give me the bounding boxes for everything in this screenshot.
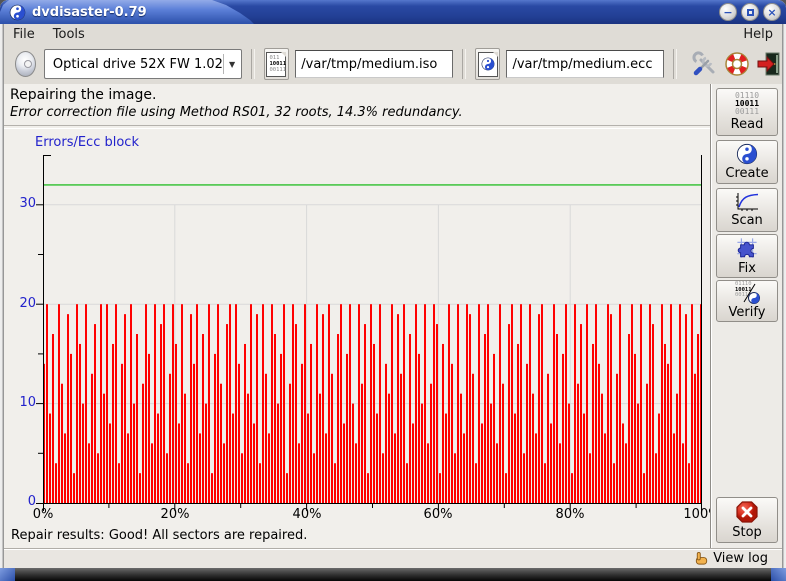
toolbar-separator bbox=[251, 49, 255, 79]
exit-door-icon bbox=[756, 51, 782, 77]
ecc-file-button[interactable] bbox=[475, 48, 501, 80]
ecc-file-icon bbox=[478, 52, 498, 77]
minimize-button[interactable]: − bbox=[719, 3, 737, 21]
main-panel: Repairing the image. Error correction fi… bbox=[4, 84, 710, 548]
verify-icon: 01110 10011 00111 bbox=[734, 282, 760, 304]
menu-help[interactable]: Help bbox=[734, 26, 782, 43]
error-chart bbox=[35, 150, 707, 518]
y-tick-label: 30 bbox=[6, 196, 36, 211]
stop-icon bbox=[735, 500, 759, 524]
x-tick-label: 80% bbox=[542, 507, 598, 522]
verify-button[interactable]: 01110 10011 00111 Verify bbox=[716, 280, 778, 322]
chevron-down-icon: ▼ bbox=[229, 60, 241, 69]
status-detail: Error correction file using Method RS01,… bbox=[10, 105, 463, 120]
x-tick-label: 20% bbox=[147, 507, 203, 522]
scan-button[interactable]: Scan bbox=[716, 188, 778, 232]
window-title: dvdisaster-0.79 bbox=[32, 5, 147, 20]
toolbar-separator bbox=[673, 49, 677, 79]
y-tick-label: 10 bbox=[6, 395, 36, 410]
image-file-input[interactable] bbox=[295, 50, 453, 78]
close-button[interactable]: × bbox=[763, 3, 781, 21]
window-border-left[interactable] bbox=[0, 24, 4, 568]
read-icon: 01110 10011 00111 bbox=[735, 92, 759, 116]
verify-label: Verify bbox=[729, 305, 766, 320]
lifebuoy-icon bbox=[724, 51, 750, 77]
toolbar: Optical drive 52X FW 1.02 ▼ 011 10011 00… bbox=[4, 44, 782, 84]
create-icon bbox=[736, 143, 758, 165]
chart-title: Errors/Ecc block bbox=[35, 135, 139, 150]
drive-selector[interactable]: Optical drive 52X FW 1.02 ▼ bbox=[44, 49, 242, 79]
toolbar-separator bbox=[462, 49, 466, 79]
repair-results-text: Repair results: Good! All sectors are re… bbox=[11, 528, 307, 543]
resize-grip[interactable] bbox=[771, 568, 786, 581]
create-label: Create bbox=[725, 166, 768, 181]
titlebar-tab: dvdisaster-0.79 bbox=[0, 0, 254, 24]
maximize-button[interactable] bbox=[741, 3, 759, 21]
menubar: File Tools Help bbox=[4, 24, 782, 44]
minimize-icon: − bbox=[723, 7, 732, 18]
maximize-icon bbox=[747, 9, 754, 16]
drive-selector-value: Optical drive 52X FW 1.02 bbox=[45, 57, 223, 72]
statusbar: View log bbox=[4, 548, 782, 568]
tools-icon bbox=[692, 51, 718, 77]
gridlines bbox=[43, 205, 702, 503]
resize-grip[interactable] bbox=[0, 568, 15, 581]
fix-label: Fix bbox=[738, 261, 756, 276]
window-border-bottom[interactable] bbox=[0, 568, 786, 581]
x-tick-label: 0% bbox=[15, 507, 71, 522]
hand-pointer-icon bbox=[694, 551, 709, 566]
window-border-right[interactable] bbox=[782, 24, 786, 568]
close-icon: × bbox=[767, 7, 776, 18]
image-file-icon: 011 10011 00111 bbox=[266, 52, 286, 77]
action-sidebar: 01110 10011 00111 Read Create Scan bbox=[710, 84, 783, 548]
fix-button[interactable]: Fix bbox=[716, 234, 778, 278]
help-button[interactable] bbox=[724, 50, 750, 78]
optical-disc-icon bbox=[15, 51, 36, 77]
quit-button[interactable] bbox=[756, 50, 782, 78]
titlebar[interactable]: dvdisaster-0.79 − × bbox=[0, 0, 786, 24]
preferences-button[interactable] bbox=[692, 50, 718, 78]
scan-icon bbox=[734, 192, 760, 212]
menu-file[interactable]: File bbox=[4, 26, 44, 43]
create-button[interactable]: Create bbox=[716, 140, 778, 184]
read-button[interactable]: 01110 10011 00111 Read bbox=[716, 88, 778, 136]
fix-icon bbox=[735, 236, 759, 260]
ecc-file-input[interactable] bbox=[506, 50, 664, 78]
stop-button[interactable]: Stop bbox=[716, 497, 778, 543]
separator bbox=[4, 125, 710, 129]
read-label: Read bbox=[731, 117, 764, 132]
scan-label: Scan bbox=[731, 213, 763, 228]
x-tick-label: 60% bbox=[410, 507, 466, 522]
stop-label: Stop bbox=[732, 525, 762, 540]
app-window: dvdisaster-0.79 − × File Tools Help Opti… bbox=[0, 0, 786, 581]
x-tick-label: 40% bbox=[279, 507, 335, 522]
status-heading: Repairing the image. bbox=[10, 87, 156, 103]
view-log-link[interactable]: View log bbox=[713, 551, 768, 566]
image-file-button[interactable]: 011 10011 00111 bbox=[264, 48, 290, 80]
app-icon bbox=[9, 4, 26, 21]
y-tick-label: 20 bbox=[6, 296, 36, 311]
menu-tools[interactable]: Tools bbox=[44, 26, 94, 43]
